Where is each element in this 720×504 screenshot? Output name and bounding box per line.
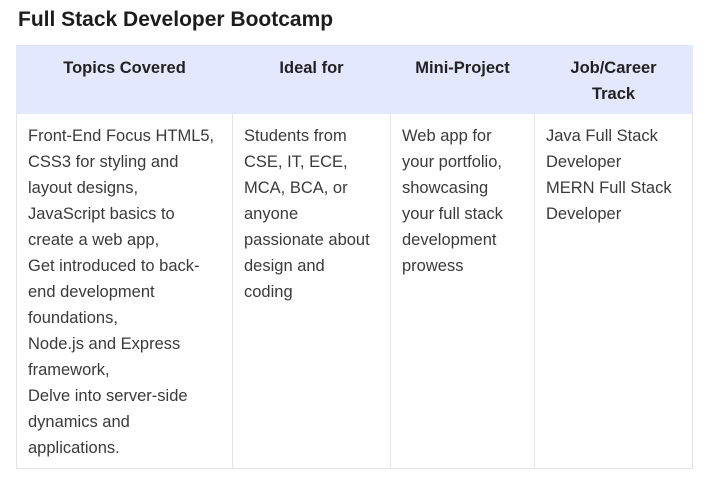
header-job-track-line2: Track: [591, 85, 636, 103]
cell-topics-covered: Front-End Focus HTML5, CSS3 for styling …: [16, 113, 233, 469]
ideal-for-line: anyone: [244, 205, 299, 223]
topics-line: foundations,: [28, 309, 118, 327]
job-track-line: Developer: [546, 205, 622, 223]
header-job-career-track: Job/Career Track: [534, 45, 693, 114]
header-topics-label: Topics Covered: [63, 59, 186, 77]
topics-line: create a web app,: [28, 231, 160, 249]
topics-line: CSS3 for styling and: [28, 153, 179, 171]
ideal-for-line: CSE, IT, ECE,: [244, 153, 348, 171]
mini-project-line: prowess: [402, 257, 464, 275]
topics-line: dynamics and: [28, 413, 130, 431]
mini-project-line: showcasing: [402, 179, 489, 197]
mini-project-line: Web app for: [402, 127, 492, 145]
job-track-line: Developer: [546, 153, 622, 171]
mini-project-line: your full stack: [402, 205, 503, 223]
page-title: Full Stack Developer Bootcamp: [18, 8, 334, 31]
header-mini-project: Mini-Project: [390, 45, 535, 114]
header-ideal-for-label: Ideal for: [279, 59, 344, 77]
mini-project-line: development: [402, 231, 497, 249]
topics-line: layout designs,: [28, 179, 139, 197]
topics-line: applications.: [28, 439, 120, 457]
cell-job-career-track: Java Full Stack Developer MERN Full Stac…: [534, 113, 693, 469]
ideal-for-line: passionate about: [244, 231, 370, 249]
bootcamp-table: Topics Covered Ideal for Mini-Project Jo…: [16, 45, 693, 469]
ideal-for-line: MCA, BCA, or: [244, 179, 348, 197]
header-job-track-line1: Job/Career: [570, 59, 657, 77]
topics-line: framework,: [28, 361, 110, 379]
header-ideal-for: Ideal for: [232, 45, 391, 114]
cell-mini-project: Web app for your portfolio, showcasing y…: [390, 113, 535, 469]
ideal-for-line: Students from: [244, 127, 347, 145]
header-topics-covered: Topics Covered: [16, 45, 233, 114]
topics-line: end development: [28, 283, 155, 301]
job-track-line: MERN Full Stack: [546, 179, 672, 197]
ideal-for-line: coding: [244, 283, 293, 301]
mini-project-line: your portfolio,: [402, 153, 502, 171]
topics-line: Front-End Focus HTML5,: [28, 127, 215, 145]
table-row: Front-End Focus HTML5, CSS3 for styling …: [16, 113, 693, 469]
job-track-line: Java Full Stack: [546, 127, 658, 145]
table-header-row: Topics Covered Ideal for Mini-Project Jo…: [16, 45, 693, 114]
topics-line: JavaScript basics to: [28, 205, 175, 223]
cell-ideal-for: Students from CSE, IT, ECE, MCA, BCA, or…: [232, 113, 391, 469]
topics-line: Get introduced to back-: [28, 257, 200, 275]
topics-line: Delve into server-side: [28, 387, 188, 405]
topics-line: Node.js and Express: [28, 335, 181, 353]
ideal-for-line: design and: [244, 257, 325, 275]
header-mini-project-label: Mini-Project: [415, 59, 510, 77]
